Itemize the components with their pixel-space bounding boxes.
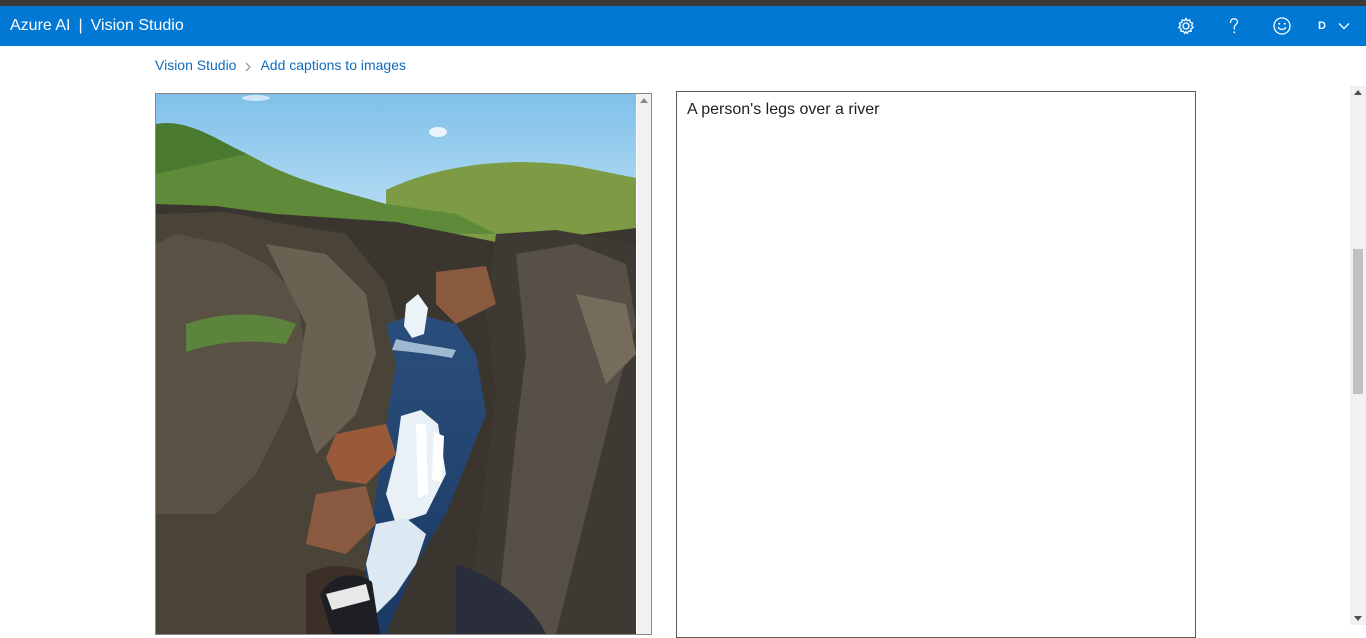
account-menu-button[interactable]: D (1310, 12, 1358, 40)
brand-name: Azure AI (10, 17, 71, 34)
help-icon[interactable] (1222, 14, 1246, 38)
image-panel (155, 93, 652, 635)
top-navigation-bar: Azure AI | Vision Studio D (0, 6, 1366, 46)
uploaded-image (156, 94, 636, 634)
app-title[interactable]: Azure AI | Vision Studio (10, 16, 184, 36)
breadcrumb-link-vision-studio[interactable]: Vision Studio (155, 57, 236, 73)
avatar: D (1318, 20, 1326, 32)
scrollbar-thumb[interactable] (1353, 249, 1363, 394)
scroll-up-arrow-icon[interactable] (1354, 90, 1362, 95)
product-name: Vision Studio (90, 17, 184, 34)
breadcrumb-link-add-captions[interactable]: Add captions to images (260, 57, 406, 73)
scroll-down-arrow-icon[interactable] (1354, 616, 1362, 621)
title-separator: | (78, 17, 83, 34)
chevron-right-icon (236, 57, 260, 75)
caption-result-panel: A person's legs over a river (676, 91, 1196, 638)
gear-icon[interactable] (1174, 14, 1198, 38)
caption-text: A person's legs over a river (687, 101, 880, 118)
scroll-up-arrow-icon[interactable] (640, 98, 648, 103)
page-scrollbar[interactable] (1350, 86, 1366, 625)
breadcrumb: Vision Studio Add captions to images (155, 56, 406, 74)
smiley-feedback-icon[interactable] (1270, 14, 1294, 38)
image-scrollbar[interactable] (637, 94, 651, 634)
chevron-down-icon (1336, 18, 1352, 34)
